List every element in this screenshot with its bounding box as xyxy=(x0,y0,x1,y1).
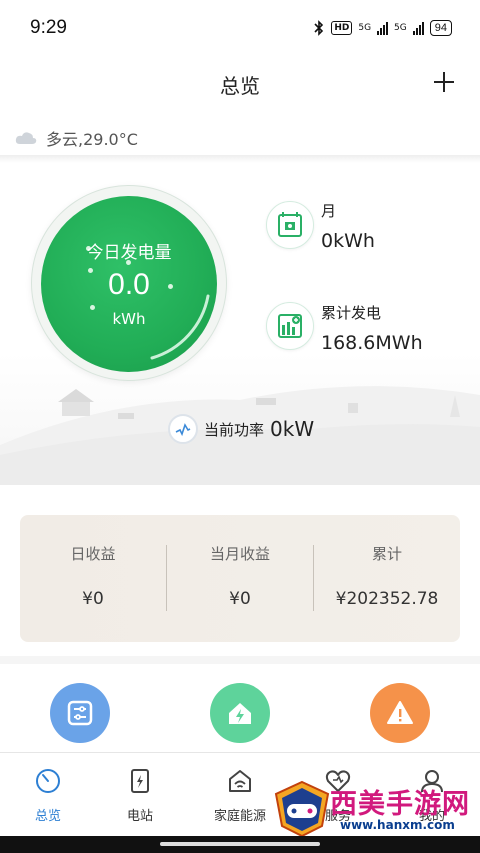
revenue-card: 日收益 ¥0 当月收益 ¥0 累计 ¥202352.78 xyxy=(20,515,460,642)
status-time: 9:29 xyxy=(30,17,67,38)
weather-info: 多云,29.0°C xyxy=(14,126,138,150)
home-gesture-bar[interactable] xyxy=(160,842,320,846)
watermark-text: 西美手游网 xyxy=(330,789,470,820)
revenue-total-label: 累计 xyxy=(371,545,402,563)
hero-top-shadow xyxy=(0,155,480,163)
bluetooth-icon xyxy=(314,20,324,36)
today-gauge-title: 今日发电量 xyxy=(86,243,172,263)
watermark-url: www.hanxm.com xyxy=(340,818,455,832)
today-gauge-unit: kWh xyxy=(112,310,146,328)
signal-icon-1 xyxy=(377,21,389,35)
calendar-solar-icon xyxy=(278,212,302,237)
tab-label: 总览 xyxy=(34,809,61,824)
current-power-label: 当前功率 xyxy=(204,420,265,439)
quick-action-settings[interactable] xyxy=(50,683,110,743)
plus-icon[interactable] xyxy=(430,68,458,96)
dashboard-gauge-icon xyxy=(36,769,60,793)
quick-action-alarm[interactable] xyxy=(370,683,430,743)
revenue-total: 累计 ¥202352.78 xyxy=(314,515,460,642)
tab-label: 电站 xyxy=(126,809,153,824)
stat-month xyxy=(266,201,314,249)
current-power-value: 0kW xyxy=(270,417,315,441)
battery-indicator: 94 xyxy=(429,20,452,36)
home-lightning-icon xyxy=(229,703,251,724)
page-title: 总览 xyxy=(220,74,260,98)
status-icons: HD 5G 5G 94 xyxy=(313,20,452,36)
tab-station[interactable]: 电站 xyxy=(92,753,188,833)
warning-icon xyxy=(387,701,413,724)
revenue-daily-label: 日收益 xyxy=(70,545,116,563)
network-label-2: 5G xyxy=(394,23,407,33)
stat-total xyxy=(266,302,314,350)
stat-month-label: 月 xyxy=(321,202,337,220)
stat-total-label: 累计发电 xyxy=(321,304,382,322)
revenue-monthly-label: 当月收益 xyxy=(209,545,270,563)
revenue-total-value: ¥202352.78 xyxy=(335,589,439,609)
quick-action-home-energy[interactable] xyxy=(210,683,270,743)
revenue-daily: 日收益 ¥0 xyxy=(20,515,166,642)
signal-icon-2 xyxy=(412,21,424,35)
today-gauge-value: 0.0 xyxy=(108,268,150,301)
sliders-icon xyxy=(67,700,93,726)
bar-chart-plus-icon xyxy=(278,314,302,338)
gamepad-shield-logo xyxy=(274,780,330,838)
stat-month-value: 0kWh xyxy=(321,230,375,252)
status-bar: 9:29 HD 5G 5G 94 xyxy=(0,0,480,56)
power-meter-icon xyxy=(168,414,198,444)
section-separator xyxy=(0,656,480,664)
watermark: 西美手游网 www.hanxm.com xyxy=(272,780,480,838)
revenue-daily-value: ¥0 xyxy=(82,589,104,609)
current-power: 当前功率 0kW xyxy=(168,414,314,444)
cloud-icon xyxy=(15,132,37,144)
header: 总览 xyxy=(0,60,480,108)
hd-badge: HD xyxy=(331,21,353,35)
stat-total-value: 168.6MWh xyxy=(321,332,423,354)
station-lightning-icon xyxy=(131,769,149,793)
revenue-monthly: 当月收益 ¥0 xyxy=(167,515,313,642)
tab-overview[interactable]: 总览 xyxy=(0,753,96,833)
home-wifi-icon xyxy=(229,770,251,792)
weather-text: 多云,29.0°C xyxy=(46,130,138,149)
network-label-1: 5G xyxy=(358,23,372,33)
revenue-monthly-value: ¥0 xyxy=(229,589,251,609)
